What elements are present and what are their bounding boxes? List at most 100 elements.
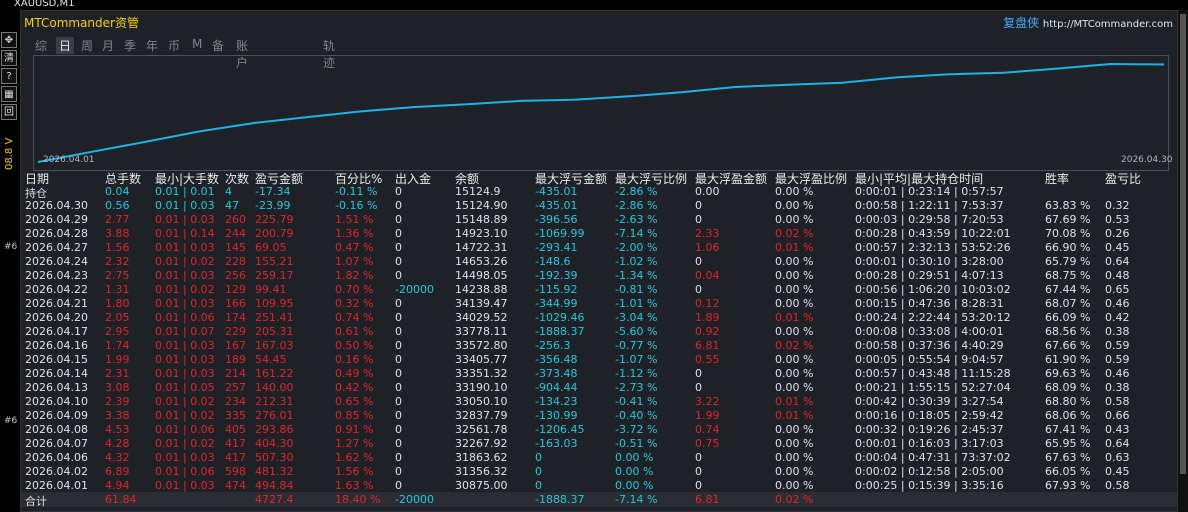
tab-backup[interactable]: 备: [212, 37, 224, 54]
cell-total-lots: 4.28: [105, 437, 130, 450]
cell-date: 2026.04.17: [25, 325, 88, 338]
cell-percent: 0.61 %: [335, 325, 374, 338]
mtcommander-panel: MTCommander资管 复盘侠 http://MTCommander.com…: [20, 10, 1178, 512]
site-link-label: 复盘侠: [1003, 16, 1040, 30]
cell-trade-count: 228: [225, 255, 246, 268]
cell-max-floating-loss-pct: -7.14 %: [615, 227, 658, 240]
cell-total-lots: 2.95: [105, 325, 130, 338]
cell-profit-loss-ratio: 0.58: [1105, 395, 1130, 408]
vertical-scrollbar[interactable]: [1178, 10, 1188, 512]
cell-deposit-withdraw: 0: [395, 255, 402, 268]
cell-trade-count: 256: [225, 269, 246, 282]
cell-percent: -0.11 %: [335, 185, 378, 198]
tab-m[interactable]: M: [192, 37, 202, 51]
cell-max-floating-loss-pct: -0.40 %: [615, 409, 658, 422]
cell-max-floating-loss: -130.99: [535, 409, 578, 422]
cell-date: 2026.04.06: [25, 451, 88, 464]
cell-win-rate: 66.90 %: [1045, 241, 1091, 254]
tab-currency[interactable]: 币: [168, 37, 180, 54]
cell-percent: 0.50 %: [335, 339, 374, 352]
cell-win-rate: 68.09 %: [1045, 381, 1091, 394]
cell-profit-loss-ratio: 0.38: [1105, 325, 1130, 338]
total-mdd: -1888.37: [535, 493, 585, 506]
refresh-icon[interactable]: 回: [1, 104, 17, 120]
cell-profit-loss-ratio: 0.46: [1105, 367, 1130, 380]
tab-zong[interactable]: 综: [35, 37, 47, 54]
cell-total-lots: 4.32: [105, 451, 130, 464]
cell-total-lots: 3.38: [105, 409, 130, 422]
cell-max-floating-profit-pct: 0.00 %: [775, 213, 814, 226]
cell-profit-loss-ratio: 0.26: [1105, 227, 1130, 240]
cell-win-rate: 68.07 %: [1045, 297, 1091, 310]
window-title-bar: XAUUSD,M1: [0, 0, 1188, 10]
cell-min-max-lots: 0.01 | 0.02: [155, 437, 215, 450]
cell-pnl: 69.05: [255, 241, 287, 254]
cell-max-floating-profit-pct: 0.01 %: [775, 395, 814, 408]
help-icon[interactable]: ?: [1, 68, 17, 84]
side-label-1: #6: [4, 242, 18, 252]
cell-pnl: 481.32: [255, 465, 294, 478]
cell-pnl: -17.34: [255, 185, 291, 198]
cell-max-floating-loss: 0: [535, 451, 542, 464]
cell-total-lots: 1.99: [105, 353, 130, 366]
cell-max-floating-profit-pct: 0.00 %: [775, 185, 814, 198]
cell-hold-time: 0:00:58 | 1:22:11 | 7:53:37: [855, 199, 1004, 212]
cell-trade-count: 474: [225, 479, 246, 492]
cell-max-floating-profit-pct: 0.00 %: [775, 423, 814, 436]
totals-row: [21, 492, 1177, 507]
cell-win-rate: 67.63 %: [1045, 451, 1091, 464]
tab-quarter[interactable]: 季: [124, 37, 136, 54]
header-win-rate[interactable]: 胜率: [1045, 170, 1069, 187]
tab-day[interactable]: 日: [56, 37, 75, 54]
cell-max-floating-profit: 0: [695, 283, 702, 296]
cell-date: 2026.04.09: [25, 409, 88, 422]
cell-max-floating-loss: -293.41: [535, 241, 578, 254]
cell-total-lots: 3.08: [105, 381, 130, 394]
cell-pnl: 54.45: [255, 353, 287, 366]
cell-profit-loss-ratio: 0.59: [1105, 353, 1130, 366]
cell-max-floating-profit-pct: 0.00 %: [775, 367, 814, 380]
tab-month[interactable]: 月: [102, 37, 114, 54]
tab-week[interactable]: 周: [81, 37, 93, 54]
cell-deposit-withdraw: 0: [395, 423, 402, 436]
cell-max-floating-profit: 0.74: [695, 423, 720, 436]
cell-max-floating-profit: 0.75: [695, 437, 720, 450]
cell-max-floating-loss: -356.48: [535, 353, 578, 366]
cell-hold-time: 0:00:25 | 0:15:39 | 3:35:16: [855, 479, 1004, 492]
cell-win-rate: 61.90 %: [1045, 353, 1091, 366]
cell-date: 2026.04.21: [25, 297, 88, 310]
cell-deposit-withdraw: 0: [395, 437, 402, 450]
cell-max-floating-loss-pct: -2.73 %: [615, 381, 658, 394]
cell-date: 2026.04.28: [25, 227, 88, 240]
cell-percent: 1.56 %: [335, 465, 374, 478]
clear-icon[interactable]: 清: [1, 50, 17, 66]
cell-percent: 1.36 %: [335, 227, 374, 240]
cell-pnl: 276.01: [255, 409, 294, 422]
cell-win-rate: 68.06 %: [1045, 409, 1091, 422]
chart-icon[interactable]: ▦: [1, 86, 17, 102]
cell-total-lots: 3.88: [105, 227, 130, 240]
cell-percent: 1.82 %: [335, 269, 374, 282]
cell-min-max-lots: 0.01 | 0.02: [155, 255, 215, 268]
scrollbar-thumb[interactable]: [1180, 14, 1186, 474]
site-link[interactable]: 复盘侠 http://MTCommander.com: [1003, 14, 1173, 31]
cell-percent: -0.16 %: [335, 199, 378, 212]
cell-deposit-withdraw: 0: [395, 339, 402, 352]
header-profit-loss-ratio[interactable]: 盈亏比: [1105, 170, 1141, 187]
cell-profit-loss-ratio: 0.58: [1105, 479, 1130, 492]
cell-max-floating-profit: 0: [695, 479, 702, 492]
tab-year[interactable]: 年: [146, 37, 158, 54]
cell-hold-time: 0:00:28 | 0:29:51 | 4:07:13: [855, 269, 1004, 282]
cell-trade-count: 4: [225, 185, 232, 198]
cell-pnl: 212.31: [255, 395, 294, 408]
move-icon[interactable]: ✥: [1, 32, 17, 48]
cell-percent: 0.47 %: [335, 241, 374, 254]
cell-balance: 31863.62: [455, 451, 508, 464]
cell-deposit-withdraw: 0: [395, 479, 402, 492]
cell-max-floating-loss: -396.56: [535, 213, 578, 226]
cell-balance: 33405.77: [455, 353, 508, 366]
cell-max-floating-loss-pct: -3.72 %: [615, 423, 658, 436]
cell-hold-time: 0:00:03 | 0:29:58 | 7:20:53: [855, 213, 1004, 226]
cell-win-rate: 63.83 %: [1045, 199, 1091, 212]
cell-balance: 33050.10: [455, 395, 508, 408]
